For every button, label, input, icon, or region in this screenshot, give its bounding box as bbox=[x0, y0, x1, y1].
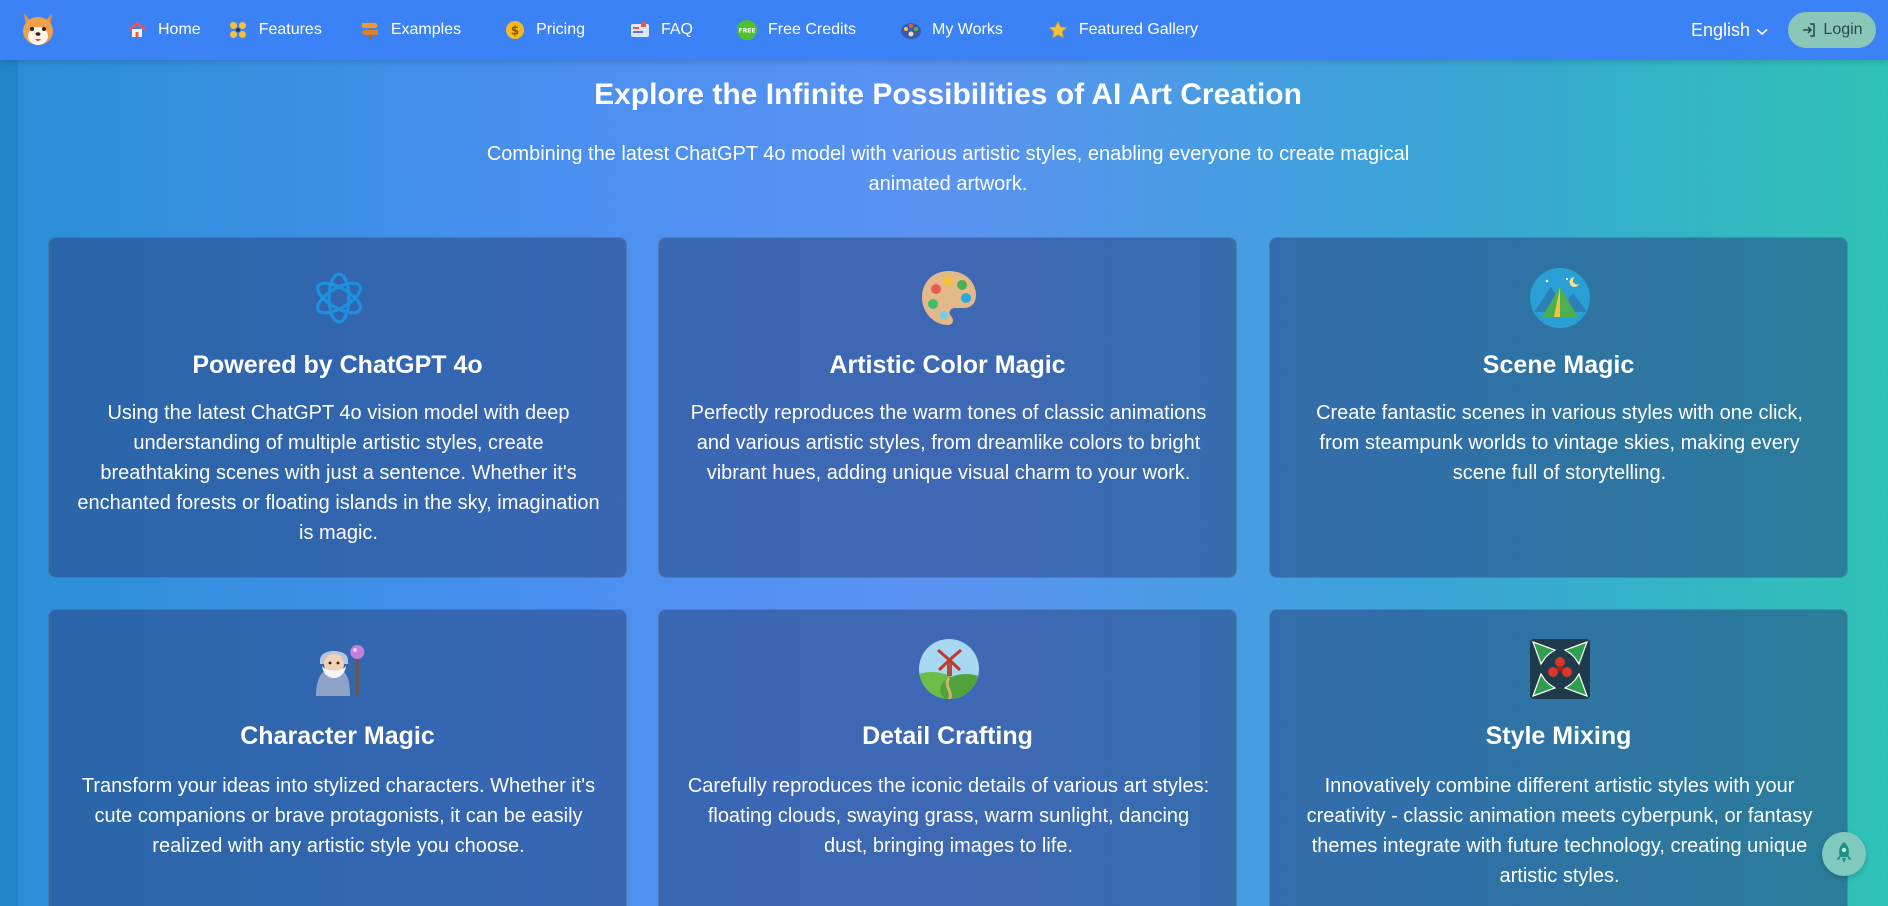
dollar-coin-icon: $ bbox=[504, 19, 526, 41]
language-label: English bbox=[1690, 19, 1750, 40]
feature-card-color-magic[interactable]: Artistic Color Magic Perfectly reproduce… bbox=[658, 237, 1237, 578]
nav-pricing[interactable]: $ Pricing bbox=[504, 0, 585, 60]
chevron-down-icon bbox=[1756, 20, 1768, 41]
nav-faq-label: FAQ bbox=[660, 21, 693, 38]
feature-description: Innovatively combine different artistic … bbox=[1306, 775, 1813, 887]
feature-description: Transform your ideas into stylized chara… bbox=[81, 775, 596, 857]
nav-featured-gallery[interactable]: Featured Gallery bbox=[1047, 0, 1198, 60]
openai-logo-icon bbox=[308, 267, 370, 329]
language-selector[interactable]: English bbox=[1691, 20, 1768, 41]
feature-card-detail-crafting[interactable]: Detail Crafting Carefully reproduces the… bbox=[658, 609, 1237, 906]
feature-title: Style Mixing bbox=[1485, 722, 1632, 750]
nav-examples[interactable]: Examples bbox=[359, 0, 461, 60]
holly-mix-icon bbox=[1529, 638, 1591, 700]
svg-text:FREE: FREE bbox=[739, 28, 756, 35]
feature-card-character-magic[interactable]: Character Magic Transform your ideas int… bbox=[48, 609, 627, 906]
nav-my-works-label: My Works bbox=[932, 21, 1003, 38]
nav-featured-gallery-label: Featured Gallery bbox=[1078, 21, 1199, 38]
feature-description: Perfectly reproduces the warm tones of c… bbox=[690, 402, 1207, 484]
feature-card-style-mixing[interactable]: Style Mixing Innovatively combine differ… bbox=[1269, 609, 1848, 906]
wizard-icon bbox=[308, 638, 370, 700]
corgi-logo-icon[interactable] bbox=[18, 9, 58, 49]
feature-title: Detail Crafting bbox=[862, 722, 1033, 750]
nav-pricing-label: Pricing bbox=[536, 21, 585, 38]
feature-title: Scene Magic bbox=[1482, 351, 1635, 379]
feature-title: Powered by ChatGPT 4o bbox=[192, 351, 483, 379]
features-icon bbox=[227, 19, 249, 41]
free-badge-icon: FREE bbox=[736, 19, 758, 41]
svg-text:$: $ bbox=[511, 24, 519, 38]
login-label: Login bbox=[1823, 21, 1863, 38]
feature-description: Using the latest ChatGPT 4o vision model… bbox=[77, 402, 600, 544]
home-icon bbox=[126, 19, 148, 41]
top-navbar: Home Features Examples $ Pricing FAQ FRE… bbox=[0, 0, 1888, 60]
feature-description: Carefully reproduces the iconic details … bbox=[687, 775, 1210, 857]
feature-title: Artistic Color Magic bbox=[829, 351, 1066, 379]
signpost-icon bbox=[359, 19, 381, 41]
rocket-icon bbox=[1833, 840, 1855, 869]
nav-examples-label: Examples bbox=[390, 21, 462, 38]
nav-free-credits[interactable]: FREE Free Credits bbox=[736, 0, 856, 60]
nav-home-label: Home bbox=[158, 21, 201, 38]
nav-features-label: Features bbox=[258, 21, 322, 38]
feature-card-scene-magic[interactable]: Scene Magic Create fantastic scenes in v… bbox=[1269, 237, 1848, 578]
windmill-landscape-icon bbox=[918, 638, 980, 700]
camping-tent-icon bbox=[1529, 267, 1591, 329]
login-icon bbox=[1803, 23, 1816, 37]
nav-home[interactable]: Home bbox=[126, 0, 201, 60]
feature-description: Create fantastic scenes in various style… bbox=[1316, 402, 1803, 484]
login-button[interactable]: Login bbox=[1788, 12, 1876, 48]
nav-faq[interactable]: FAQ bbox=[629, 0, 693, 60]
nav-free-credits-label: Free Credits bbox=[768, 21, 857, 38]
star-icon bbox=[1047, 19, 1069, 41]
faq-icon bbox=[629, 19, 651, 41]
feature-title: Character Magic bbox=[240, 722, 435, 750]
page-subtitle: Combining the latest ChatGPT 4o model wi… bbox=[486, 143, 1410, 195]
nav-my-works[interactable]: My Works bbox=[900, 0, 1003, 60]
page-title: Explore the Infinite Possibilities of AI… bbox=[594, 78, 1302, 111]
nav-features[interactable]: Features bbox=[227, 0, 322, 60]
left-edge-strip bbox=[0, 60, 18, 906]
paint-palette-icon bbox=[918, 267, 980, 329]
artist-palette-icon bbox=[900, 19, 922, 41]
feature-card-chatgpt[interactable]: Powered by ChatGPT 4o Using the latest C… bbox=[48, 237, 627, 578]
scroll-top-button[interactable] bbox=[1822, 832, 1866, 876]
